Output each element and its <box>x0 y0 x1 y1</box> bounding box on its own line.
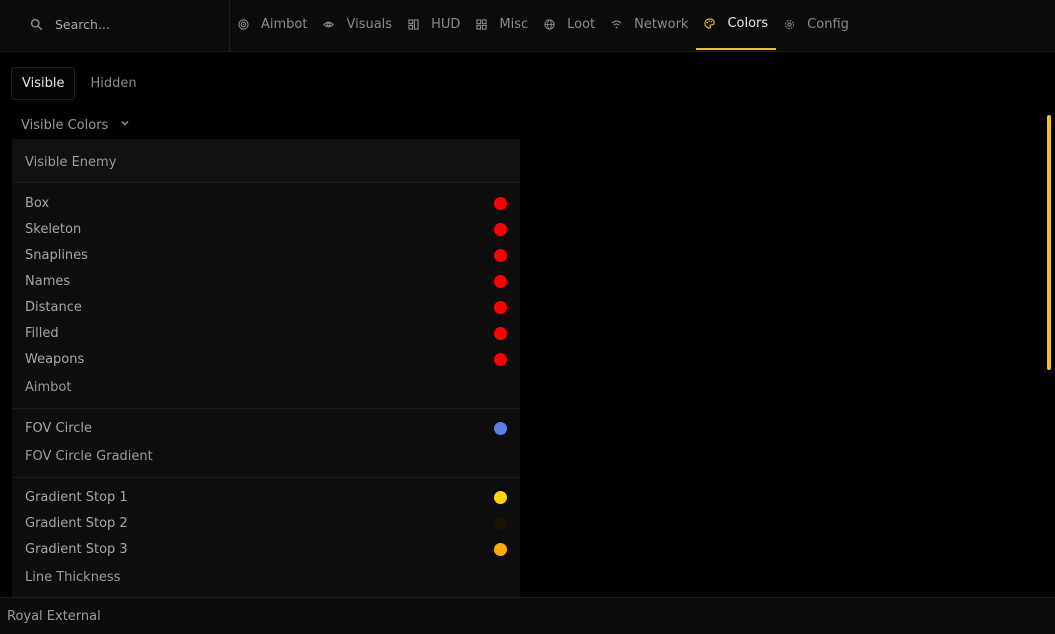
color-swatch[interactable] <box>494 516 507 530</box>
color-row-gradient-stop-3: Gradient Stop 3 <box>25 539 507 559</box>
tab-visuals[interactable]: Visuals <box>315 0 400 50</box>
color-swatch[interactable] <box>494 222 507 236</box>
search-input[interactable] <box>53 15 217 33</box>
color-row-fov-circle: FOV Circle <box>25 418 507 438</box>
color-row-weapons: Weapons <box>25 349 507 369</box>
tab-config[interactable]: Config <box>776 0 857 50</box>
color-row-gradient-stop-1: Gradient Stop 1 <box>25 487 507 507</box>
tab-loot[interactable]: Loot <box>536 0 603 50</box>
tab-label: Misc <box>499 16 529 32</box>
chevron-down-icon <box>121 121 129 126</box>
color-swatch[interactable] <box>494 421 507 435</box>
colors-panel: Visible Enemy Box Skeleton Snaplines Nam… <box>12 139 520 597</box>
search-box[interactable] <box>14 0 230 52</box>
color-swatch[interactable] <box>494 490 507 504</box>
tab-label: Loot <box>567 16 596 32</box>
gear-icon <box>785 19 795 29</box>
subtab-hidden[interactable]: Hidden <box>79 67 147 100</box>
row-label: Gradient Stop 3 <box>25 541 128 557</box>
wifi-icon <box>611 20 622 28</box>
tab-hud[interactable]: HUD <box>400 0 468 50</box>
color-row-names: Names <box>25 271 507 291</box>
color-swatch[interactable] <box>494 542 507 556</box>
app-title: Royal External <box>7 608 101 624</box>
color-row-snaplines: Snaplines <box>25 245 507 265</box>
section-title-visible-enemy: Visible Enemy <box>25 152 507 172</box>
row-label: Gradient Stop 1 <box>25 489 128 505</box>
color-swatch[interactable] <box>494 352 507 366</box>
row-label: Gradient Stop 2 <box>25 515 128 531</box>
section-title-aimbot: Aimbot <box>25 377 507 397</box>
tab-label: Visuals <box>346 16 393 32</box>
tab-label: Aimbot <box>261 16 308 32</box>
section-title: Line Thickness <box>25 569 121 585</box>
color-row-filled: Filled <box>25 323 507 343</box>
divider <box>12 408 520 409</box>
row-label: Weapons <box>25 351 85 367</box>
sub-tabs: Visible Hidden <box>11 67 148 100</box>
section-title: FOV Circle Gradient <box>25 448 153 464</box>
row-label: Snaplines <box>25 247 88 263</box>
tab-colors[interactable]: Colors <box>696 0 777 50</box>
tab-misc[interactable]: Misc <box>468 0 536 50</box>
grid-icon <box>476 18 488 30</box>
section-title: Aimbot <box>25 379 72 395</box>
globe-icon <box>544 18 555 30</box>
color-row-distance: Distance <box>25 297 507 317</box>
eye-icon <box>323 21 335 27</box>
divider <box>12 477 520 478</box>
row-label: Filled <box>25 325 59 341</box>
palette-icon <box>704 17 716 29</box>
color-row-skeleton: Skeleton <box>25 219 507 239</box>
section-title-fov-gradient: FOV Circle Gradient <box>25 446 507 466</box>
color-swatch[interactable] <box>494 326 507 340</box>
search-icon <box>30 18 43 30</box>
hud-icon <box>408 18 419 30</box>
tab-label: Network <box>634 16 689 32</box>
subtab-visible[interactable]: Visible <box>11 67 76 100</box>
footer-bar: Royal External <box>0 597 1055 634</box>
color-row-box: Box <box>25 193 507 213</box>
color-swatch[interactable] <box>494 300 507 314</box>
color-group-dropdown[interactable]: Visible Colors <box>21 115 130 135</box>
dropdown-label: Visible Colors <box>21 117 109 133</box>
tab-label: Config <box>807 16 849 32</box>
tab-network[interactable]: Network <box>603 0 696 50</box>
row-label: Skeleton <box>25 221 82 237</box>
main-tabs: Aimbot Visuals HUD Misc Loot Network Col… <box>238 0 857 52</box>
scrollbar-thumb[interactable] <box>1047 115 1051 370</box>
color-swatch[interactable] <box>494 248 507 262</box>
row-label: FOV Circle <box>25 420 93 436</box>
color-swatch[interactable] <box>494 196 507 210</box>
tab-label: Colors <box>727 15 769 31</box>
top-bar: Aimbot Visuals HUD Misc Loot Network Col… <box>0 0 1055 52</box>
tab-aimbot[interactable]: Aimbot <box>238 0 315 50</box>
color-row-gradient-stop-2: Gradient Stop 2 <box>25 513 507 533</box>
row-label: Distance <box>25 299 82 315</box>
row-label: Box <box>25 195 50 211</box>
tab-label: HUD <box>431 16 461 32</box>
row-label: Names <box>25 273 71 289</box>
section-title: Visible Enemy <box>25 154 117 170</box>
section-title-line-thickness: Line Thickness <box>25 567 507 587</box>
target-icon <box>238 18 249 30</box>
color-swatch[interactable] <box>494 274 507 288</box>
